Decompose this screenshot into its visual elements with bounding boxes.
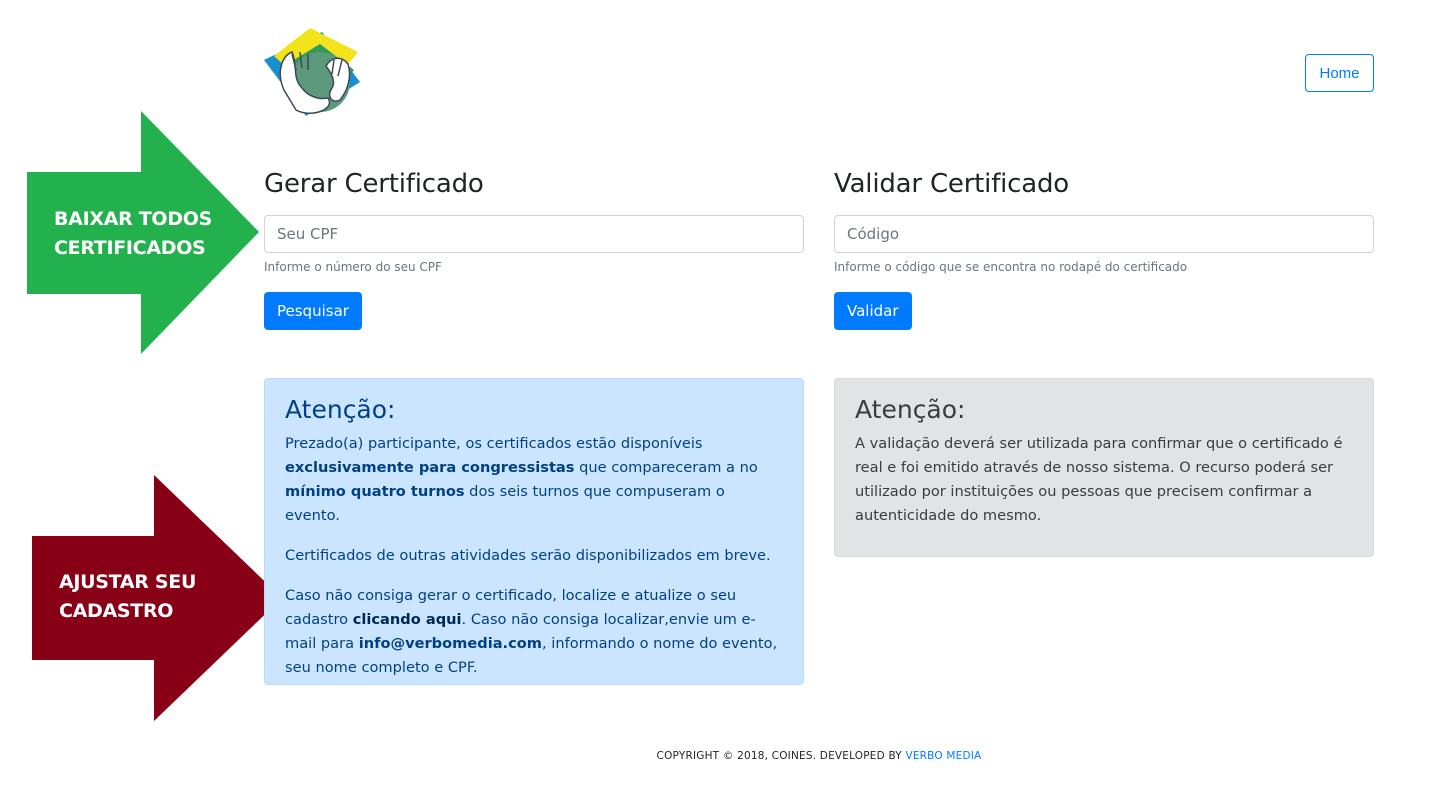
alert-paragraph-other: Certificados de outras atividades serão … <box>285 547 771 564</box>
red-arrow-line1: AJUSTAR SEU <box>59 571 197 593</box>
validate-button[interactable]: Validar <box>834 292 912 330</box>
cpf-hint: Informe o número do seu CPF <box>264 260 442 274</box>
cpf-input[interactable] <box>264 215 804 253</box>
update-registration-link[interactable]: clicando aqui <box>353 611 462 628</box>
generate-attention-alert: Atenção: Prezado(a) participante, os cer… <box>264 378 804 685</box>
green-arrow-line1: BAIXAR TODOS <box>54 208 212 230</box>
red-arrow-line2: CADASTRO <box>59 600 174 622</box>
alert-paragraph-help: Caso não consiga gerar o certificado, lo… <box>285 587 778 676</box>
support-email: info@verbomedia.com <box>358 635 542 652</box>
footer: COPYRIGHT © 2018, COINES. DEVELOPED BY V… <box>0 750 1444 762</box>
alert-title: Atenção: <box>285 395 396 424</box>
logo-graphic <box>264 28 360 116</box>
generate-certificate-section: Gerar Certificado Informe o número do se… <box>264 168 804 330</box>
green-arrow-line2: CERTIFICADOS <box>54 237 206 259</box>
red-arrow-annotation: AJUSTAR SEU CADASTRO <box>32 475 282 721</box>
validate-attention-alert: Atenção: A validação deverá ser utilizad… <box>834 378 1374 557</box>
coines-logo[interactable] <box>262 26 366 120</box>
validate-title: Validar Certificado <box>834 169 1070 199</box>
code-input[interactable] <box>834 215 1374 253</box>
copyright-text: COPYRIGHT © 2018, COINES. DEVELOPED BY <box>656 750 906 762</box>
home-button[interactable]: Home <box>1305 54 1374 92</box>
green-arrow-annotation: BAIXAR TODOS CERTIFICADOS <box>27 111 259 354</box>
validate-certificate-section: Validar Certificado Informe o código que… <box>834 168 1374 330</box>
code-hint: Informe o código que se encontra no roda… <box>834 260 1188 274</box>
search-button[interactable]: Pesquisar <box>264 292 362 330</box>
developer-link[interactable]: VERBO MEDIA <box>905 750 981 762</box>
alert-paragraph-eligibility: Prezado(a) participante, os certificados… <box>285 435 758 524</box>
generate-title: Gerar Certificado <box>264 169 484 199</box>
alert-paragraph-validation: A validação deverá ser utilizada para co… <box>855 435 1343 524</box>
alert-title: Atenção: <box>855 395 966 424</box>
